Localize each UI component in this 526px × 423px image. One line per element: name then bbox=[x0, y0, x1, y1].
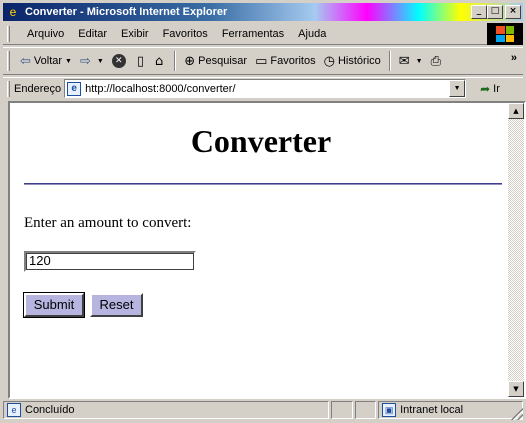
menu-grip[interactable] bbox=[7, 25, 10, 42]
go-arrow-icon: ➦ bbox=[480, 81, 491, 96]
address-input[interactable]: e http://localhost:8000/converter/ ▼ bbox=[64, 79, 467, 98]
submit-button[interactable]: Submit bbox=[23, 292, 85, 318]
page-content: Converter Enter an amount to convert: 12… bbox=[12, 103, 510, 397]
title-bar[interactable]: e Converter - Microsoft Internet Explore… bbox=[3, 3, 523, 21]
address-bar: Endereço e http://localhost:8000/convert… bbox=[3, 77, 523, 99]
amount-prompt: Enter an amount to convert: bbox=[24, 215, 192, 231]
address-url: http://localhost:8000/converter/ bbox=[85, 82, 236, 95]
menu-arquivo[interactable]: Arquivo bbox=[20, 24, 71, 44]
stop-button[interactable]: ✕ bbox=[108, 49, 133, 73]
forward-button[interactable]: ⇨ ▼ bbox=[76, 49, 108, 73]
scroll-up-button[interactable]: ▲ bbox=[508, 103, 524, 119]
back-arrow-icon: ⇦ bbox=[20, 53, 31, 69]
stop-icon: ✕ bbox=[111, 54, 126, 68]
security-zone-pane: ▣ Intranet local bbox=[378, 401, 524, 419]
mail-dropdown-icon[interactable]: ▼ bbox=[416, 58, 423, 65]
status-text: Concluído bbox=[25, 404, 75, 416]
address-dropdown-icon[interactable]: ▼ bbox=[449, 80, 466, 97]
mail-icon: ✉ bbox=[398, 53, 410, 69]
reset-button[interactable]: Reset bbox=[90, 293, 143, 317]
back-button[interactable]: ⇦ Voltar ▼ bbox=[16, 49, 76, 73]
close-button[interactable]: × bbox=[505, 5, 521, 19]
forward-dropdown-icon[interactable]: ▼ bbox=[97, 58, 104, 65]
status-pane bbox=[354, 401, 377, 419]
menu-ajuda[interactable]: Ajuda bbox=[291, 24, 333, 44]
vertical-scrollbar[interactable]: ▲ ▼ bbox=[508, 103, 524, 397]
menu-bar: Arquivo Editar Exibir Favoritos Ferramen… bbox=[3, 23, 523, 45]
go-label: Ir bbox=[493, 82, 500, 95]
menu-favoritos[interactable]: Favoritos bbox=[156, 24, 215, 44]
go-button[interactable]: ➦ Ir bbox=[480, 82, 500, 96]
intranet-icon: ▣ bbox=[382, 403, 397, 417]
toolbar-overflow-icon[interactable]: » bbox=[511, 52, 517, 64]
security-zone-label: Intranet local bbox=[400, 404, 464, 416]
favorites-button[interactable]: ▭ Favoritos bbox=[251, 49, 320, 73]
scroll-down-button[interactable]: ▼ bbox=[508, 381, 524, 397]
menu-ferramentas[interactable]: Ferramentas bbox=[215, 24, 291, 44]
toolbar-separator bbox=[174, 51, 177, 71]
menu-editar[interactable]: Editar bbox=[71, 24, 114, 44]
search-icon: ⊕ bbox=[184, 53, 196, 69]
back-label: Voltar bbox=[33, 55, 63, 67]
status-main-pane: e Concluído bbox=[3, 401, 330, 419]
resize-grip[interactable] bbox=[511, 408, 523, 420]
status-pane bbox=[331, 401, 353, 419]
favorites-label: Favoritos bbox=[270, 55, 316, 67]
status-bar: e Concluído ▣ Intranet local bbox=[3, 400, 524, 420]
standard-toolbar: ⇦ Voltar ▼ ⇨ ▼ ✕ ▯ ⌂ ⊕ Pesquisar ▭ Favor… bbox=[3, 47, 523, 75]
window-controls: _ □ × bbox=[471, 5, 521, 19]
page-done-icon: e bbox=[7, 403, 21, 417]
forward-arrow-icon: ⇨ bbox=[79, 53, 91, 69]
menu-exibir[interactable]: Exibir bbox=[114, 24, 156, 44]
folder-icon: ▭ bbox=[255, 53, 268, 69]
print-button[interactable]: ⎙ bbox=[427, 49, 448, 73]
home-icon: ⌂ bbox=[154, 53, 164, 69]
windows-logo-icon bbox=[487, 23, 523, 45]
browser-window: e Converter - Microsoft Internet Explore… bbox=[0, 0, 526, 423]
address-label: Endereço bbox=[14, 82, 62, 95]
history-icon: ◷ bbox=[323, 53, 335, 69]
address-grip[interactable] bbox=[7, 80, 10, 97]
horizontal-rule bbox=[24, 183, 502, 185]
page-icon: e bbox=[67, 81, 82, 96]
page-title: Converter bbox=[190, 123, 332, 159]
toolbar-grip[interactable] bbox=[7, 51, 10, 71]
toolbar-separator bbox=[388, 51, 391, 71]
refresh-icon: ▯ bbox=[136, 53, 144, 69]
search-button[interactable]: ⊕ Pesquisar bbox=[180, 49, 251, 73]
minimize-button[interactable]: _ bbox=[471, 5, 487, 19]
history-button[interactable]: ◷ Histórico bbox=[320, 49, 385, 73]
home-button[interactable]: ⌂ bbox=[151, 49, 170, 73]
history-label: Histórico bbox=[337, 55, 381, 67]
printer-icon: ⎙ bbox=[430, 53, 442, 69]
page-viewport: Converter Enter an amount to convert: 12… bbox=[8, 101, 526, 399]
window-title: Converter - Microsoft Internet Explorer bbox=[25, 6, 228, 18]
mail-button[interactable]: ✉ ▼ bbox=[395, 49, 427, 73]
maximize-button[interactable]: □ bbox=[487, 5, 503, 19]
ie-logo-icon: e bbox=[9, 5, 17, 19]
search-label: Pesquisar bbox=[198, 55, 248, 67]
refresh-button[interactable]: ▯ bbox=[133, 49, 151, 73]
back-dropdown-icon[interactable]: ▼ bbox=[65, 58, 72, 65]
amount-input[interactable]: 120 bbox=[24, 251, 196, 272]
